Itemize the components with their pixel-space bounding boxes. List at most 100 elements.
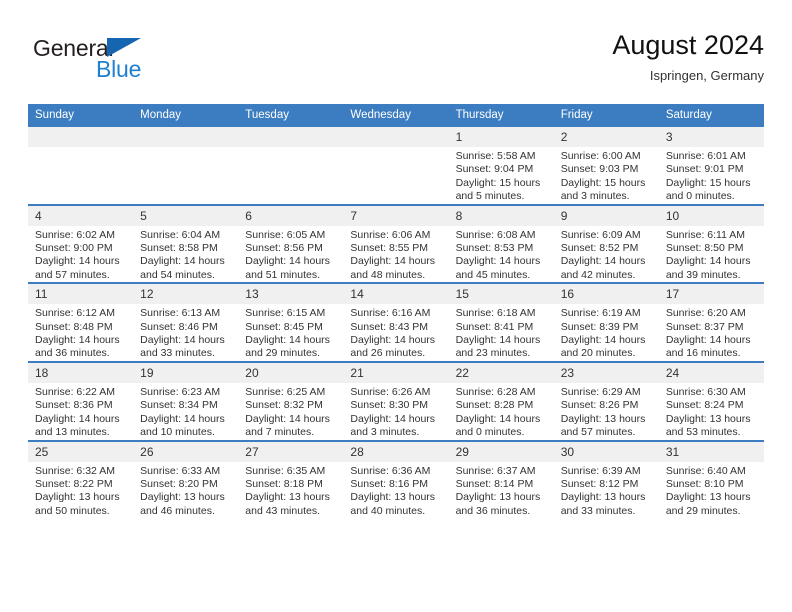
- day-sun-info: Sunrise: 6:05 AM Sunset: 8:56 PM Daylight:…: [238, 226, 343, 283]
- day-number: [28, 127, 134, 147]
- day-sun-info: Sunrise: 6:30 AM Sunset: 8:24 PM Daylight:…: [659, 383, 764, 440]
- calendar-day-cell[interactable]: 3 Sunrise: 6:01 AM Sunset: 9:01 PM Daylight…: [658, 127, 764, 205]
- day-daylight1-text: Daylight: 14 hours: [140, 334, 225, 347]
- day-daylight1-text: Daylight: 13 hours: [350, 491, 436, 504]
- calendar-day-cell[interactable]: 5 Sunrise: 6:04 AM Sunset: 8:58 PM Daylight…: [133, 203, 239, 284]
- day-daylight2-text: and 53 minutes.: [665, 426, 741, 439]
- calendar-week-row: 11 Sunrise: 6:12 AM Sunset: 8:48 PM Dayligh…: [28, 282, 764, 362]
- calendar-day-cell[interactable]: 15 Sunrise: 6:18 AM Sunset: 8:41 PM Dayligh…: [448, 282, 554, 362]
- day-sunrise-text: Sunrise: 6:37 AM: [455, 464, 536, 477]
- day-daylight2-text: and 43 minutes.: [245, 504, 320, 517]
- calendar-day-cell[interactable]: 27 Sunrise: 6:35 AM Sunset: 8:18 PM Dayligh…: [238, 439, 344, 519]
- page-title: August 2024: [612, 30, 764, 60]
- day-number: [238, 127, 344, 147]
- day-sun-info: Sunrise: 6:28 AM Sunset: 8:28 PM Daylight:…: [449, 383, 554, 440]
- calendar-day-cell[interactable]: 16 Sunrise: 6:19 AM Sunset: 8:39 PM Dayligh…: [553, 282, 659, 362]
- day-sunrise-text: Sunrise: 6:16 AM: [350, 307, 431, 320]
- calendar-day-cell[interactable]: 10 Sunrise: 6:11 AM Sunset: 8:50 PM Dayligh…: [658, 203, 764, 284]
- day-number: 8: [448, 205, 554, 226]
- day-number: 18: [28, 362, 134, 383]
- day-sunrise-text: Sunrise: 6:30 AM: [665, 385, 746, 398]
- weekday-header-friday: Friday: [553, 104, 659, 127]
- day-number: 2: [553, 127, 659, 147]
- calendar-day-cell[interactable]: 31 Sunrise: 6:40 AM Sunset: 8:10 PM Dayligh…: [658, 439, 764, 519]
- day-daylight2-text: and 0 minutes.: [665, 190, 735, 203]
- day-number: 5: [133, 205, 239, 226]
- day-sunrise-text: Sunrise: 6:25 AM: [245, 385, 326, 398]
- logo-triangle-icon: [107, 38, 141, 57]
- calendar-day-cell[interactable]: 9 Sunrise: 6:09 AM Sunset: 8:52 PM Daylight…: [553, 203, 659, 284]
- calendar-day-cell[interactable]: 18 Sunrise: 6:22 AM Sunset: 8:36 PM Dayligh…: [28, 360, 134, 441]
- calendar-day-cell[interactable]: 4 Sunrise: 6:02 AM Sunset: 9:00 PM Daylight…: [28, 203, 134, 284]
- calendar-day-cell[interactable]: 20 Sunrise: 6:25 AM Sunset: 8:32 PM Dayligh…: [238, 360, 344, 441]
- calendar-day-cell[interactable]: 12 Sunrise: 6:13 AM Sunset: 8:46 PM Dayligh…: [133, 282, 239, 362]
- day-daylight2-text: and 33 minutes.: [140, 347, 215, 360]
- day-number: 20: [238, 362, 344, 383]
- day-daylight1-text: Daylight: 14 hours: [350, 334, 436, 347]
- day-sunrise-text: Sunrise: 6:09 AM: [560, 228, 641, 241]
- weekday-header-saturday: Saturday: [658, 104, 764, 127]
- day-daylight2-text: and 54 minutes.: [140, 268, 215, 281]
- day-number: 27: [238, 441, 344, 462]
- day-sun-info: Sunrise: 6:32 AM Sunset: 8:22 PM Daylight:…: [28, 462, 133, 519]
- day-daylight1-text: Daylight: 14 hours: [245, 334, 330, 347]
- calendar-cell-empty: [133, 127, 239, 205]
- day-sunset-text: Sunset: 8:37 PM: [665, 320, 744, 333]
- day-sunrise-text: Sunrise: 6:01 AM: [665, 150, 746, 162]
- calendar-day-cell[interactable]: 14 Sunrise: 6:16 AM Sunset: 8:43 PM Dayligh…: [343, 282, 449, 362]
- day-daylight2-text: and 29 minutes.: [245, 347, 320, 360]
- day-sunset-text: Sunset: 8:55 PM: [350, 242, 429, 255]
- calendar-day-cell[interactable]: 26 Sunrise: 6:33 AM Sunset: 8:20 PM Dayligh…: [133, 439, 239, 519]
- calendar-cell-empty: [28, 127, 134, 205]
- day-sun-info: Sunrise: 6:11 AM Sunset: 8:50 PM Daylight:…: [659, 226, 764, 283]
- day-number: 13: [238, 284, 344, 305]
- day-sun-info: Sunrise: 6:13 AM Sunset: 8:46 PM Daylight:…: [133, 304, 238, 361]
- calendar-day-cell[interactable]: 24 Sunrise: 6:30 AM Sunset: 8:24 PM Dayligh…: [658, 360, 764, 441]
- calendar-day-cell[interactable]: 6 Sunrise: 6:05 AM Sunset: 8:56 PM Daylight…: [238, 203, 344, 284]
- calendar-day-cell[interactable]: 29 Sunrise: 6:37 AM Sunset: 8:14 PM Dayligh…: [448, 439, 554, 519]
- day-sun-info: Sunrise: 6:29 AM Sunset: 8:26 PM Daylight:…: [554, 383, 659, 440]
- day-sunset-text: Sunset: 8:36 PM: [35, 399, 113, 412]
- calendar-day-cell[interactable]: 1 Sunrise: 5:58 AM Sunset: 9:04 PM Daylight…: [448, 127, 554, 205]
- day-sun-info: Sunrise: 6:26 AM Sunset: 8:30 PM Daylight:…: [343, 383, 448, 440]
- day-daylight2-text: and 16 minutes.: [665, 347, 741, 360]
- calendar-day-cell[interactable]: 23 Sunrise: 6:29 AM Sunset: 8:26 PM Dayligh…: [553, 360, 659, 441]
- day-daylight1-text: Daylight: 14 hours: [35, 255, 120, 268]
- day-sunrise-text: Sunrise: 6:18 AM: [455, 307, 536, 320]
- calendar-day-cell[interactable]: 13 Sunrise: 6:15 AM Sunset: 8:45 PM Dayligh…: [238, 282, 344, 362]
- day-sunset-text: Sunset: 8:30 PM: [350, 399, 429, 412]
- day-number: [133, 127, 239, 147]
- calendar-day-cell[interactable]: 2 Sunrise: 6:00 AM Sunset: 9:03 PM Daylight…: [553, 127, 659, 205]
- day-daylight2-text: and 42 minutes.: [560, 268, 636, 281]
- day-daylight1-text: Daylight: 14 hours: [665, 334, 751, 347]
- day-sunset-text: Sunset: 8:14 PM: [455, 477, 534, 490]
- day-sun-info: Sunrise: 6:08 AM Sunset: 8:53 PM Daylight:…: [449, 226, 554, 283]
- calendar-day-cell[interactable]: 30 Sunrise: 6:39 AM Sunset: 8:12 PM Dayligh…: [553, 439, 659, 519]
- day-daylight1-text: Daylight: 14 hours: [350, 412, 436, 425]
- page-subtitle: Ispringen, Germany: [649, 68, 764, 83]
- calendar-day-cell[interactable]: 21 Sunrise: 6:26 AM Sunset: 8:30 PM Dayligh…: [343, 360, 449, 441]
- calendar-day-cell[interactable]: 22 Sunrise: 6:28 AM Sunset: 8:28 PM Dayligh…: [448, 360, 554, 441]
- calendar-day-cell[interactable]: 17 Sunrise: 6:20 AM Sunset: 8:37 PM Dayligh…: [658, 282, 764, 362]
- day-sunset-text: Sunset: 8:32 PM: [245, 399, 323, 412]
- calendar-day-cell[interactable]: 28 Sunrise: 6:36 AM Sunset: 8:16 PM Dayligh…: [343, 439, 449, 519]
- day-number: 22: [448, 362, 554, 383]
- calendar-day-cell[interactable]: 7 Sunrise: 6:06 AM Sunset: 8:55 PM Daylight…: [343, 203, 449, 284]
- calendar-day-cell[interactable]: 25 Sunrise: 6:32 AM Sunset: 8:22 PM Dayligh…: [28, 439, 134, 519]
- day-sunrise-text: Sunrise: 6:19 AM: [560, 307, 641, 320]
- calendar-day-cell[interactable]: 19 Sunrise: 6:23 AM Sunset: 8:34 PM Dayligh…: [133, 360, 239, 441]
- day-daylight2-text: and 46 minutes.: [140, 504, 215, 517]
- day-sunset-text: Sunset: 8:24 PM: [665, 399, 744, 412]
- day-number: 16: [553, 284, 659, 305]
- day-daylight1-text: Daylight: 14 hours: [35, 412, 120, 425]
- day-daylight2-text: and 26 minutes.: [350, 347, 426, 360]
- calendar-day-cell[interactable]: 8 Sunrise: 6:08 AM Sunset: 8:53 PM Daylight…: [448, 203, 554, 284]
- day-sunset-text: Sunset: 9:00 PM: [35, 242, 113, 255]
- day-daylight2-text: and 33 minutes.: [560, 504, 636, 517]
- day-sunset-text: Sunset: 8:58 PM: [140, 242, 218, 255]
- day-sun-info: Sunrise: 6:15 AM Sunset: 8:45 PM Daylight:…: [238, 304, 343, 361]
- calendar-day-cell[interactable]: 11 Sunrise: 6:12 AM Sunset: 8:48 PM Dayligh…: [28, 282, 134, 362]
- day-sunrise-text: Sunrise: 6:05 AM: [245, 228, 326, 241]
- day-sunset-text: Sunset: 8:41 PM: [455, 320, 534, 333]
- day-daylight1-text: Daylight: 13 hours: [455, 491, 541, 504]
